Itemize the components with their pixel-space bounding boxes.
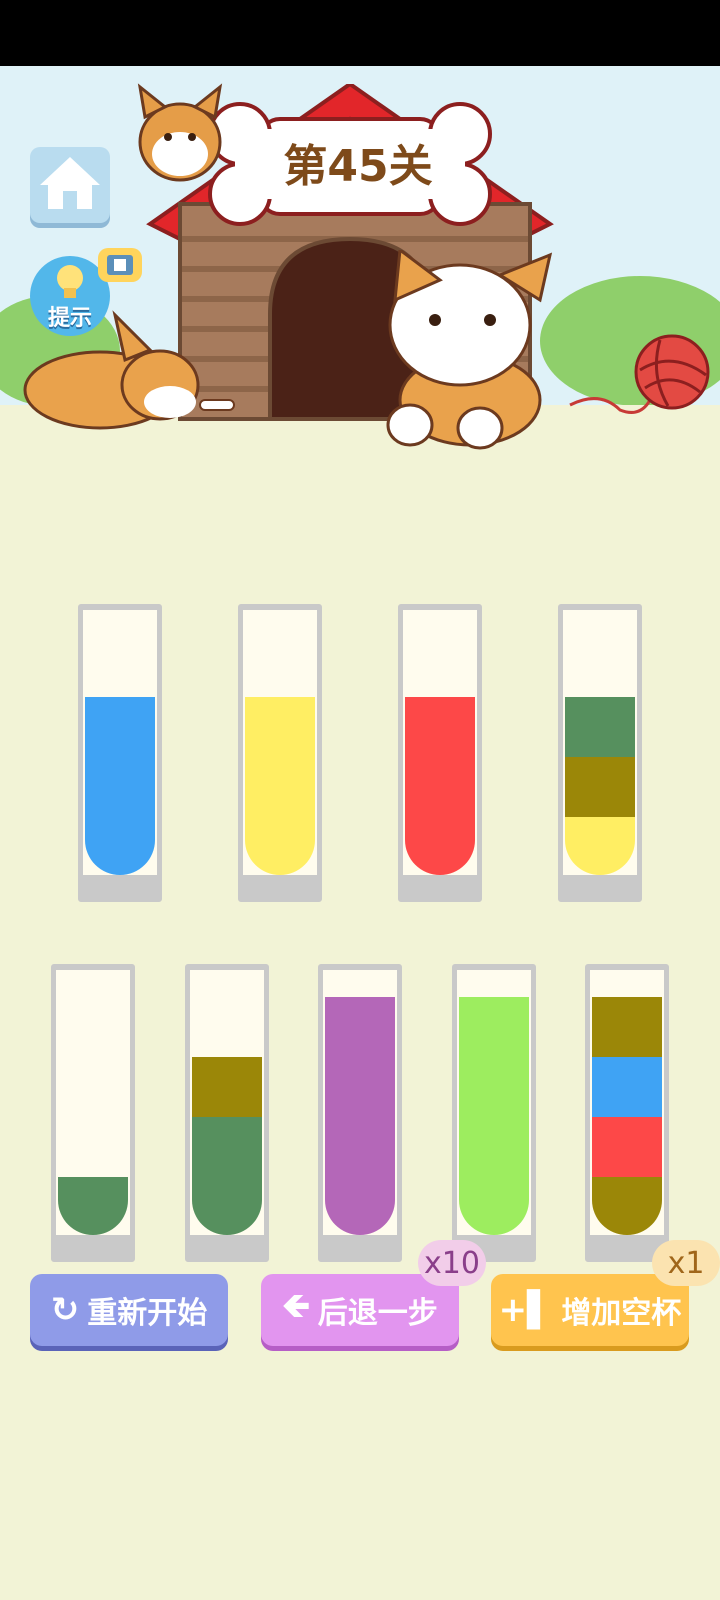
arrow-left-icon: 🡸 xyxy=(282,1285,310,1326)
restart-button[interactable]: ↻ 重新开始 xyxy=(30,1274,228,1346)
tube-1[interactable] xyxy=(78,604,162,902)
add-cup-label: 增加空杯 xyxy=(561,1296,682,1331)
liquid-layer xyxy=(459,1057,529,1117)
tube-base xyxy=(403,875,477,897)
liquid-layer xyxy=(459,1177,529,1235)
yarn-ball-illustration xyxy=(569,334,710,414)
liquid-layer xyxy=(592,1057,662,1117)
liquid-layer xyxy=(565,757,635,817)
home-icon xyxy=(40,157,100,209)
liquid-layer xyxy=(565,817,635,875)
undo-button[interactable]: 🡸 后退一步 xyxy=(261,1274,459,1346)
liquid-layer xyxy=(325,1177,395,1235)
hint-label: 提示 xyxy=(47,306,92,331)
liquid-layer xyxy=(565,697,635,757)
status-bar xyxy=(0,0,720,66)
liquid-layer xyxy=(592,997,662,1057)
liquid-layer xyxy=(592,1177,662,1235)
tube-9[interactable] xyxy=(585,964,669,1262)
liquid-layer xyxy=(245,757,315,817)
tube-6[interactable] xyxy=(185,964,269,1262)
shiba-dog-illustration xyxy=(137,83,223,182)
level-title: 第45关 xyxy=(283,141,433,192)
home-button[interactable] xyxy=(30,147,110,223)
liquid-layer xyxy=(405,817,475,875)
tube-4[interactable] xyxy=(558,604,642,902)
liquid-layer xyxy=(192,1057,262,1117)
corgi-sitting-illustration xyxy=(386,250,553,450)
liquid-layer xyxy=(245,697,315,757)
tube-base xyxy=(243,875,317,897)
liquid-layer xyxy=(459,997,529,1057)
liquid-layer xyxy=(592,1117,662,1177)
undo-label: 后退一步 xyxy=(317,1296,438,1331)
liquid-layer xyxy=(58,1177,128,1235)
add-tube-icon: +▌ xyxy=(498,1290,554,1330)
add-cup-button[interactable]: +▌ 增加空杯 xyxy=(491,1274,689,1346)
tube-3[interactable] xyxy=(398,604,482,902)
tube-base xyxy=(323,1235,397,1257)
liquid-layer xyxy=(459,1117,529,1177)
liquid-layer xyxy=(405,697,475,757)
refresh-icon: ↻ xyxy=(50,1290,80,1330)
video-ad-badge[interactable] xyxy=(98,248,142,282)
tube-base xyxy=(190,1235,264,1257)
liquid-layer xyxy=(405,757,475,817)
liquid-layer xyxy=(85,757,155,817)
liquid-layer xyxy=(325,1117,395,1177)
tube-5[interactable] xyxy=(51,964,135,1262)
add-cup-count-badge: x1 xyxy=(652,1240,720,1286)
film-icon xyxy=(107,255,133,275)
tube-2[interactable] xyxy=(238,604,322,902)
tube-base xyxy=(563,875,637,897)
liquid-layer xyxy=(192,1117,262,1177)
liquid-layer xyxy=(325,997,395,1057)
undo-count-badge: x10 xyxy=(418,1240,486,1286)
liquid-layer xyxy=(325,1057,395,1117)
liquid-layer xyxy=(85,697,155,757)
tube-base xyxy=(83,875,157,897)
lightbulb-icon xyxy=(57,265,83,298)
tube-8[interactable] xyxy=(452,964,536,1262)
liquid-layer xyxy=(245,817,315,875)
restart-label: 重新开始 xyxy=(87,1296,208,1331)
liquid-layer xyxy=(85,817,155,875)
tube-7[interactable] xyxy=(318,964,402,1262)
tube-base xyxy=(56,1235,130,1257)
liquid-layer xyxy=(192,1177,262,1235)
